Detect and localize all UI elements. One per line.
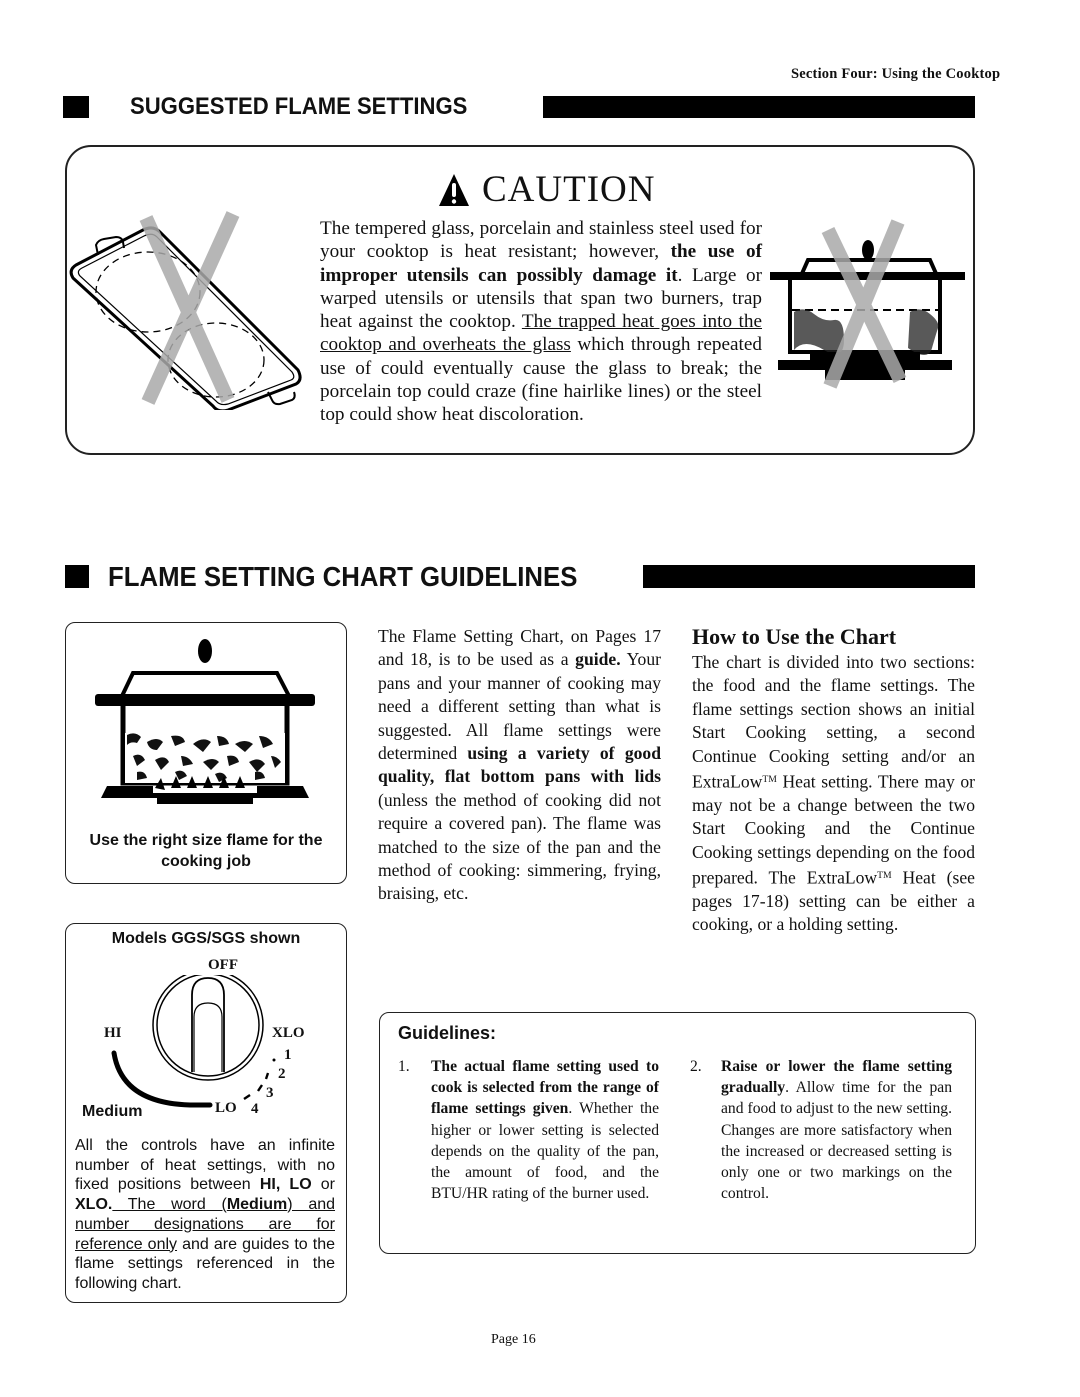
control-knob-diagram xyxy=(111,975,276,1108)
warning-triangle-icon xyxy=(439,174,469,206)
guideline-item: Raise or lower the flame setting gradual… xyxy=(721,1058,952,1203)
dial-label-xlo: XLO xyxy=(272,1025,305,1041)
heading-bullet xyxy=(65,565,89,588)
section-header: Section Four: Using the Cooktop xyxy=(791,66,1001,82)
caution-text: The tempered glass, porcelain and stainl… xyxy=(320,218,763,426)
dial-label-off: OFF xyxy=(208,957,238,973)
how-to-use-text: The chart is divided into two sections: … xyxy=(692,652,975,935)
dial-label-hi: HI xyxy=(104,1025,122,1041)
guidelines-title: Guidelines: xyxy=(398,1023,497,1043)
page-number: Page 16 xyxy=(491,1332,536,1347)
how-to-use-title: How to Use the Chart xyxy=(692,624,897,649)
dial-mark-3: 3 xyxy=(266,1085,274,1101)
dial-label-lo: LO xyxy=(215,1100,237,1116)
heading-suggested-flame-settings: SUGGESTED FLAME SETTINGS xyxy=(130,93,468,120)
dial-mark-2: 2 xyxy=(278,1066,286,1082)
caution-title: CAUTION xyxy=(482,169,656,210)
dial-label-medium: Medium xyxy=(82,1103,143,1120)
models-label: Models GGS/SGS shown xyxy=(111,930,301,947)
cross-out-icon xyxy=(139,211,240,405)
dial-mark-4: 4 xyxy=(251,1101,259,1117)
dial-mark-1: 1 xyxy=(284,1047,292,1063)
guideline-number: 2. xyxy=(690,1058,702,1075)
heading-rule xyxy=(643,565,975,588)
guideline-item: The actual flame setting used to cook is… xyxy=(431,1058,659,1203)
pot-icon xyxy=(95,639,315,804)
guideline-number: 1. xyxy=(398,1058,410,1075)
griddle-illustration xyxy=(69,211,302,410)
oversized-pot-illustration xyxy=(770,219,965,389)
heading-flame-setting-chart-guidelines: FLAME SETTING CHART GUIDELINES xyxy=(108,561,578,592)
knob-icon xyxy=(152,975,264,1081)
pot-caption: Use the right size flame for the cooking… xyxy=(89,832,323,870)
heading-bullet xyxy=(63,96,89,118)
controls-note: All the controls have an infinite number… xyxy=(75,1137,336,1292)
heading-rule xyxy=(543,96,975,118)
chart-intro-text: The Flame Setting Chart, on Pages 17 and… xyxy=(378,626,661,904)
pot-on-burner-illustration xyxy=(95,639,315,804)
